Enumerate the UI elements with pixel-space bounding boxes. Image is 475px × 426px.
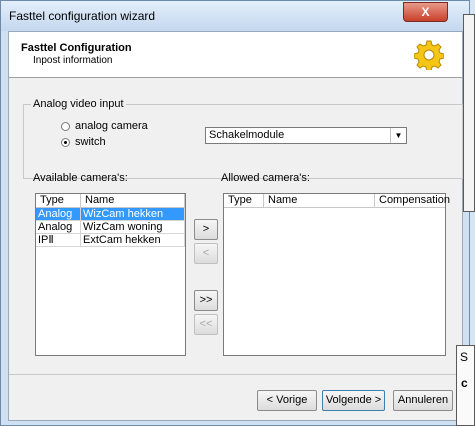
column-header-name[interactable]: Name <box>264 194 375 208</box>
cell-type: Analog <box>36 221 81 234</box>
overlay-text: S <box>460 350 469 364</box>
available-cameras-label: Available camera's: <box>33 172 128 184</box>
cancel-button[interactable]: Annuleren <box>393 390 453 411</box>
table-row[interactable]: IPⅡ ExtCam hekken <box>36 234 185 247</box>
add-all-cameras-button[interactable]: >> <box>194 290 218 311</box>
radio-button[interactable] <box>61 122 70 131</box>
add-camera-button[interactable]: > <box>194 219 218 240</box>
column-header-type[interactable]: Type <box>36 194 81 208</box>
wizard-client-area: Fasttel Configuration Inpost information… <box>8 31 463 421</box>
cell-type: IPⅡ <box>36 234 81 247</box>
window-title: Fasttel configuration wizard <box>9 9 156 23</box>
column-header-type[interactable]: Type <box>224 194 264 208</box>
remove-camera-button[interactable]: < <box>194 243 218 264</box>
cell-name: WizCam hekken <box>81 208 185 221</box>
next-button[interactable]: Volgende > <box>322 390 385 411</box>
wizard-window: Fasttel configuration wizard X Fasttel C… <box>0 0 470 426</box>
table-row[interactable]: Analog WizCam woning <box>36 221 185 234</box>
available-cameras-list[interactable]: Type Name Analog WizCam hekken Analog Wi… <box>35 193 186 356</box>
footer-divider <box>9 374 462 375</box>
table-row[interactable]: Analog WizCam hekken <box>36 208 185 221</box>
radio-label: analog camera <box>75 120 148 132</box>
select-value: Schakelmodule <box>209 129 285 141</box>
remove-all-cameras-button[interactable]: << <box>194 314 218 335</box>
cell-type: Analog <box>36 208 81 221</box>
cell-name: ExtCam hekken <box>81 234 185 247</box>
chevron-down-icon[interactable]: ▼ <box>390 128 406 143</box>
close-button[interactable]: X <box>403 2 448 22</box>
input-source-select[interactable]: Schakelmodule ▼ <box>205 127 407 144</box>
gear-icon <box>414 40 444 70</box>
cell-name: WizCam woning <box>81 221 185 234</box>
overlapping-tooltip-panel: S c <box>456 345 475 426</box>
page-subtitle: Inpost information <box>33 55 113 66</box>
radio-label: switch <box>75 136 106 148</box>
column-header-compensation[interactable]: Compensation <box>375 194 450 208</box>
column-header-name[interactable]: Name <box>81 194 185 208</box>
radio-button[interactable] <box>61 138 70 147</box>
page-title: Fasttel Configuration <box>21 42 132 54</box>
group-label: Analog video input <box>31 98 126 110</box>
title-bar[interactable]: Fasttel configuration wizard X <box>1 1 469 31</box>
overlay-text: c <box>461 376 468 390</box>
overlapping-panel <box>463 14 475 212</box>
allowed-cameras-list[interactable]: Type Name Compensation <box>223 193 450 356</box>
wizard-header: Fasttel Configuration Inpost information <box>9 32 462 78</box>
allowed-cameras-label: Allowed camera's: <box>221 172 310 184</box>
back-button[interactable]: < Vorige <box>257 390 317 411</box>
